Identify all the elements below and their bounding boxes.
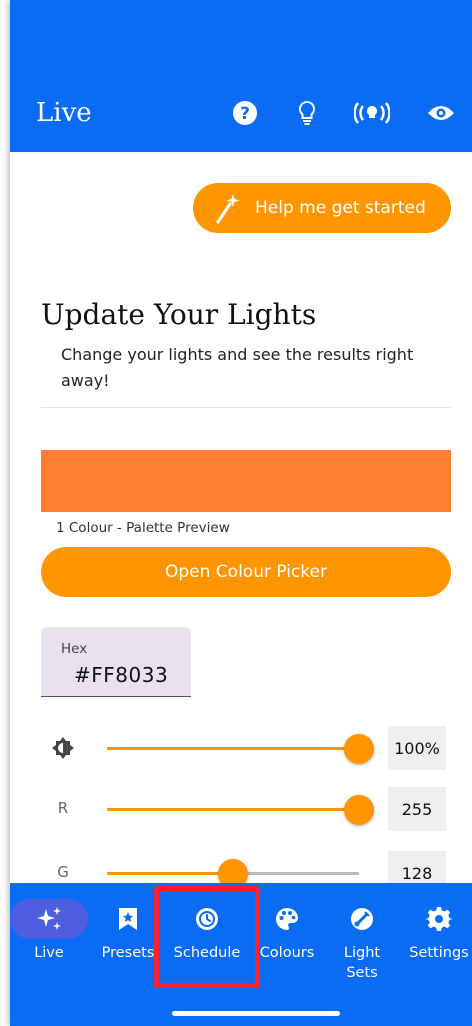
page-title: Live — [36, 98, 92, 128]
nav-item-live[interactable]: Live — [10, 883, 88, 963]
red-slider-label: R — [57, 799, 69, 817]
red-value[interactable]: 255 — [388, 787, 446, 831]
help-me-get-started-button[interactable]: Help me get started — [193, 183, 451, 233]
nav-item-schedule[interactable]: Schedule — [168, 883, 246, 963]
nav-label-live: Live — [34, 945, 64, 961]
hex-field-value: #FF8033 — [74, 663, 169, 687]
palette-icon — [253, 899, 321, 939]
open-colour-picker-button[interactable]: Open Colour Picker — [41, 547, 451, 597]
open-colour-picker-label: Open Colour Picker — [164, 562, 327, 582]
nav-label-presets: Presets — [101, 945, 155, 961]
help-icon[interactable]: ? — [230, 98, 260, 128]
nav-item-colours[interactable]: Colours — [253, 883, 321, 963]
brightness-slider-track[interactable] — [107, 747, 359, 750]
nav-item-light-sets[interactable]: Light Sets — [328, 883, 396, 983]
bookmark-star-icon — [96, 899, 160, 939]
clock-icon — [168, 899, 246, 939]
brightness-icon — [51, 736, 75, 764]
help-button-label: Help me get started — [255, 198, 426, 218]
hex-field[interactable]: Hex #FF8033 — [41, 627, 191, 697]
palette-caption: 1 Colour - Palette Preview — [56, 520, 230, 536]
brightness-slider-thumb[interactable] — [344, 734, 374, 764]
brightness-value[interactable]: 100% — [388, 726, 446, 770]
nav-label-schedule: Schedule — [173, 945, 241, 961]
hex-field-label: Hex — [61, 641, 88, 657]
broadcast-icon[interactable] — [353, 98, 391, 128]
gear-icon — [406, 899, 472, 939]
green-slider-track[interactable] — [107, 872, 234, 875]
nav-item-presets[interactable]: Presets — [96, 883, 160, 963]
red-slider-row: R 255 — [41, 787, 451, 831]
brightness-slider-row: 100% — [41, 726, 451, 770]
svg-text:?: ? — [240, 104, 250, 124]
nav-label-light-sets: Light Sets — [343, 945, 381, 981]
eye-icon[interactable] — [426, 98, 456, 128]
phone-screen: Live ? Help me get started Update Your L… — [10, 0, 472, 1026]
home-indicator — [172, 1011, 340, 1016]
section-subtitle: Change your lights and see the results r… — [61, 345, 414, 390]
nav-label-settings: Settings — [409, 945, 469, 961]
nav-label-colours: Colours — [259, 945, 315, 961]
palette-preview[interactable] — [41, 450, 451, 512]
magic-wand-icon — [215, 192, 241, 224]
bottom-navigation: Live Presets Schedule Colours Light Sets… — [10, 883, 472, 1026]
green-slider-rest[interactable] — [233, 872, 359, 875]
color-lens-icon — [328, 899, 396, 939]
bulb-icon[interactable] — [292, 98, 322, 128]
green-slider-label: G — [57, 863, 69, 881]
nav-item-settings[interactable]: Settings — [406, 883, 472, 963]
sparkles-icon — [10, 899, 88, 939]
red-slider-thumb[interactable] — [344, 795, 374, 825]
divider — [41, 407, 451, 408]
status-bar — [10, 0, 472, 80]
section-title: Update Your Lights — [41, 298, 317, 331]
red-slider-track[interactable] — [107, 808, 359, 811]
